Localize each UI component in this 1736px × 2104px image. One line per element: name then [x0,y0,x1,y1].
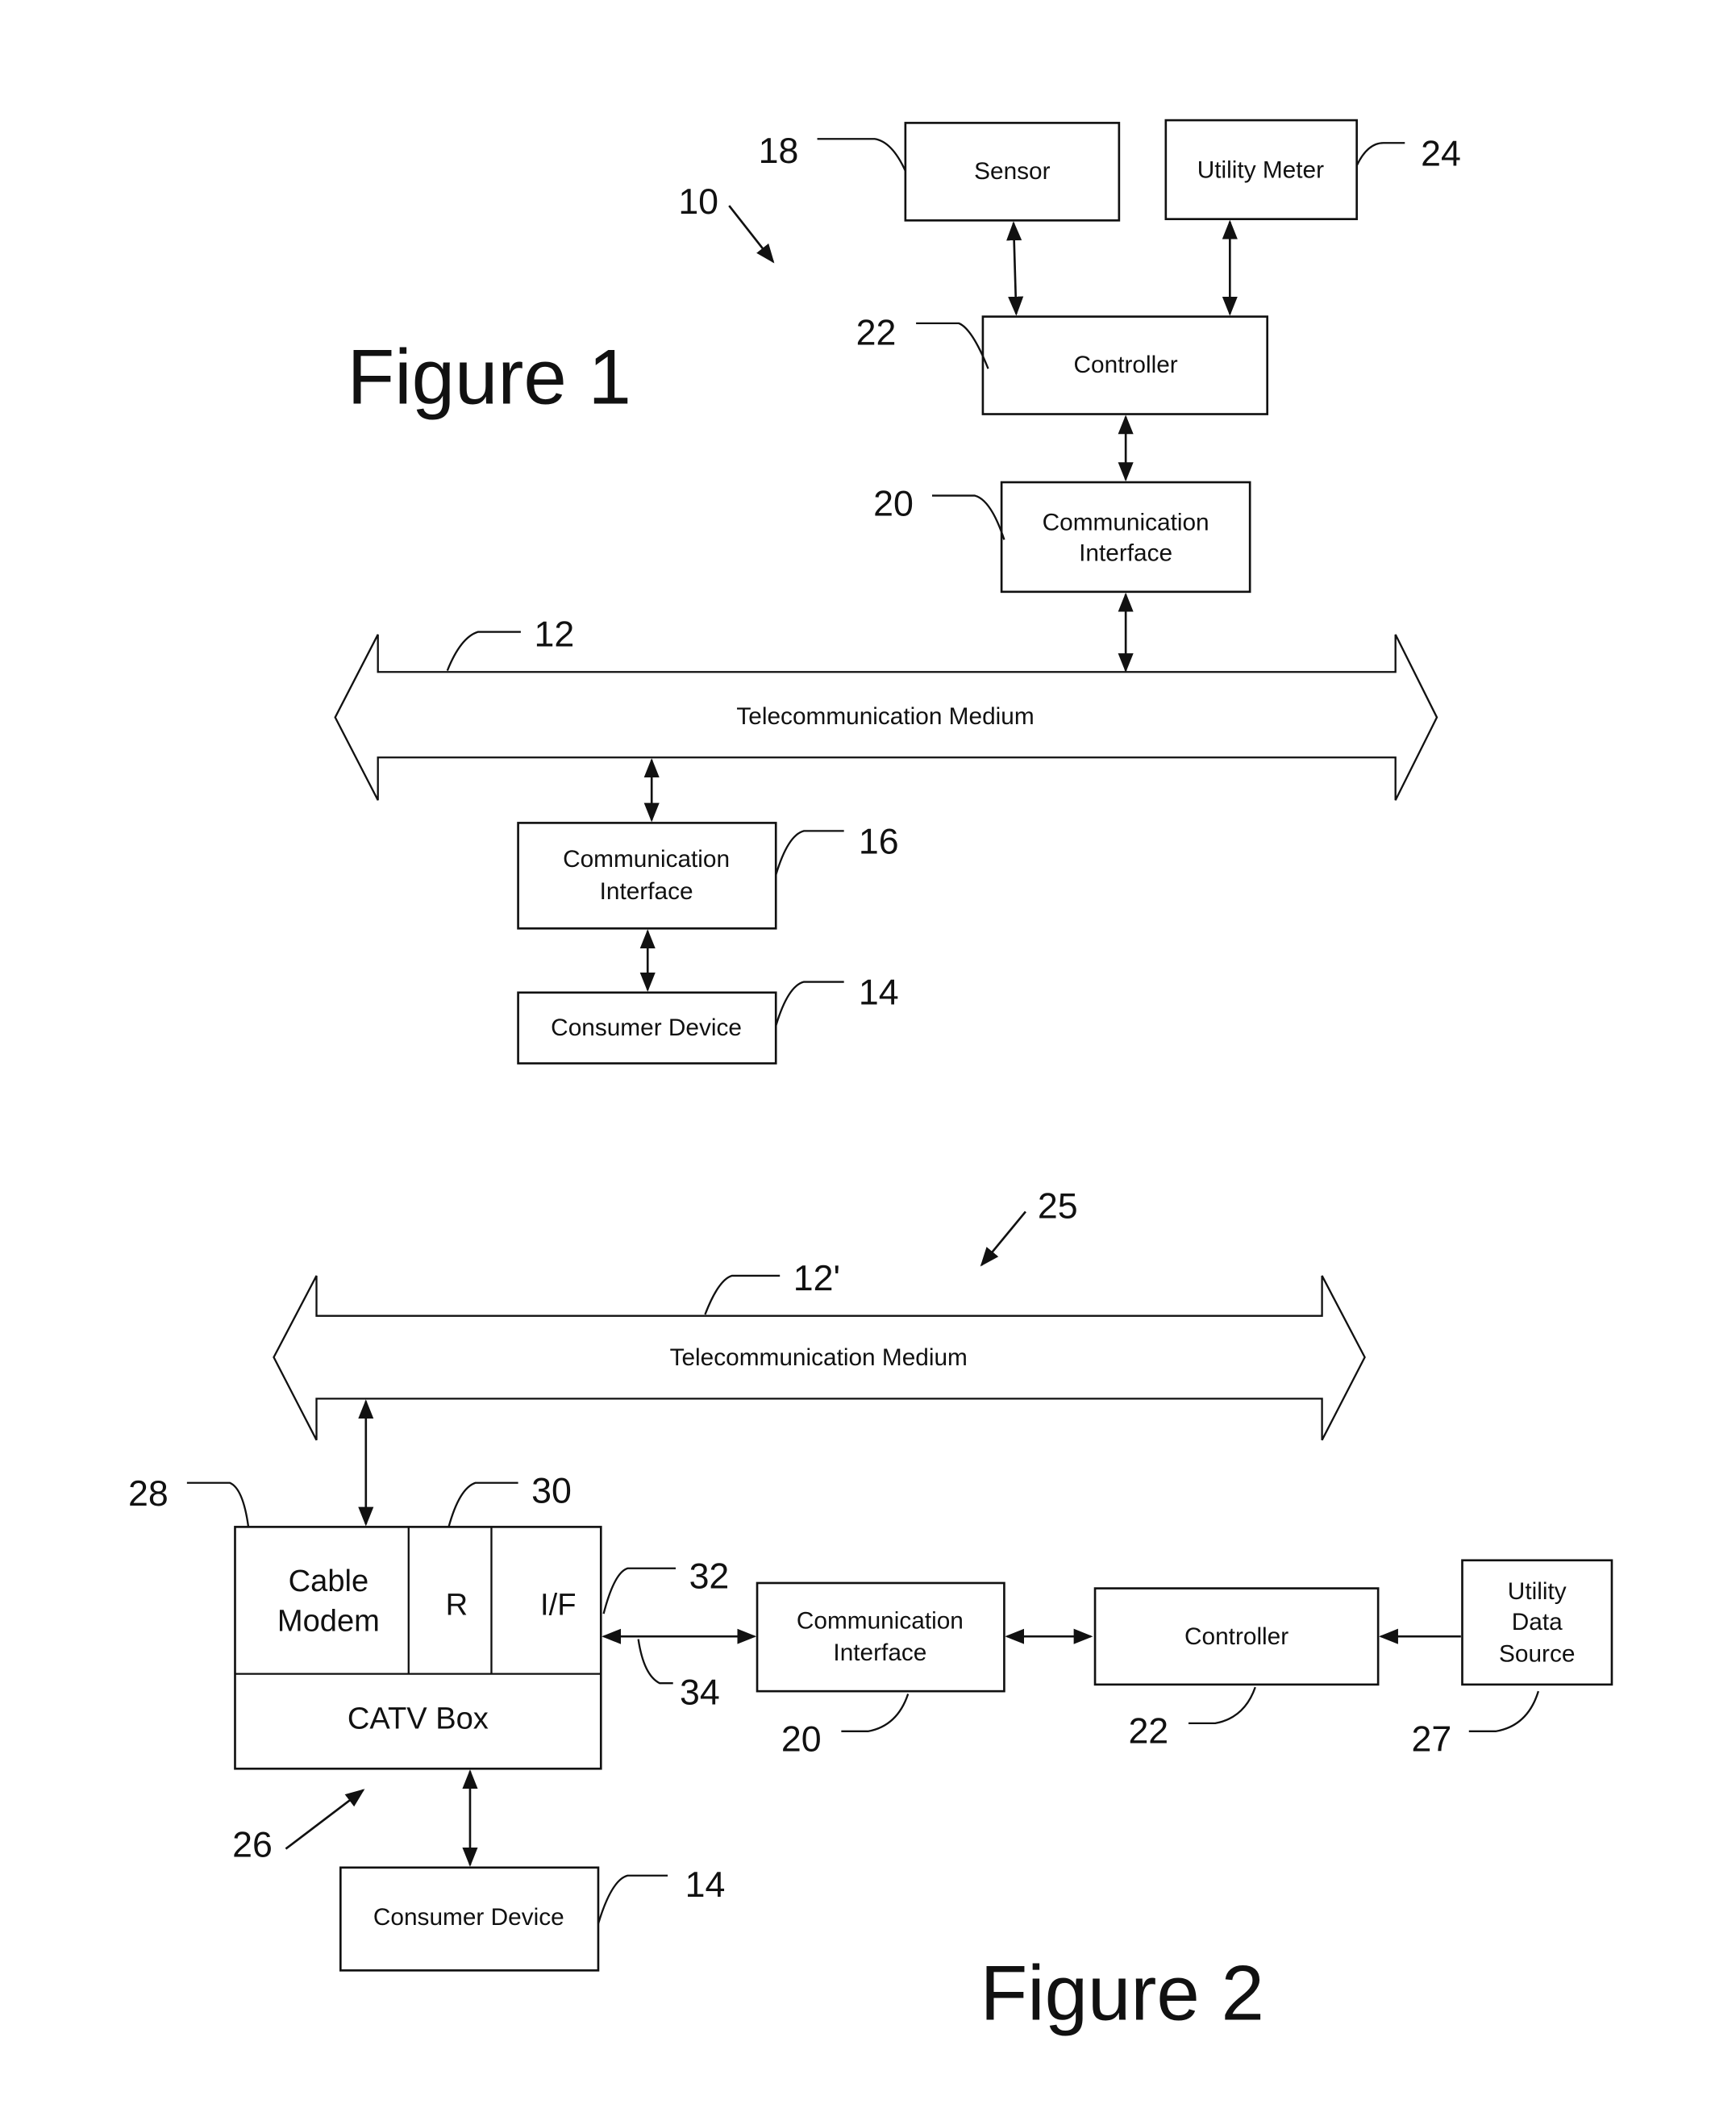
ref-34-leader [637,1639,673,1685]
ref-22-fig2: 22 [1128,1712,1168,1752]
ref-25-arrow [980,1210,1026,1267]
ref-10-arrow [728,205,775,264]
catv-box-block: Cable Modem R I/F CATV Box 28 30 32 26 [128,1472,729,1865]
sensor-label: Sensor [974,158,1050,185]
patent-drawing: Figure 1 10 Sensor 18 Utility Meter 24 C… [128,119,1613,2037]
ref-18: 18 [759,131,799,171]
controller-block: Controller 22 [856,313,1269,415]
ref-25: 25 [1038,1187,1078,1227]
utility-meter-block: Utility Meter 24 [1164,119,1461,220]
ref-18-leader [817,138,906,172]
router-label: R [446,1589,468,1623]
comm-interface-consumer-block: Communication Interface 16 [517,822,899,930]
ref-22-fig2-leader [1188,1686,1256,1725]
ref-12-prime: 12' [793,1259,840,1298]
ref-12-prime-leader [704,1274,781,1315]
ref-22: 22 [856,313,897,352]
ref-32: 32 [689,1557,730,1597]
cable-modem-label-2: Modem [277,1605,380,1639]
ref-26: 26 [232,1826,273,1865]
ref-28: 28 [128,1474,169,1514]
ref-20-fig2-leader [841,1694,910,1732]
ref-16-leader [775,830,844,876]
figure-1: Figure 1 10 Sensor 18 Utility Meter 24 C… [334,119,1461,1064]
controller-label: Controller [1074,352,1178,378]
ref-30: 30 [531,1472,572,1511]
ref-10: 10 [678,182,718,222]
ref-27: 27 [1412,1720,1452,1760]
figure-2: Figure 2 25 Telecommunication Medium 12'… [128,1187,1613,2037]
interface-label: I/F [540,1589,576,1623]
ref-28-leader [186,1481,250,1527]
utility-data-source-label-3: Source [1499,1641,1575,1668]
ref-34: 34 [680,1673,720,1713]
ref-16: 16 [859,823,899,862]
sensor-block: Sensor 18 [759,122,1121,222]
ref-22-leader [916,322,989,369]
consumer-device-2-block: Consumer Device 14 [339,1865,726,1972]
ref-14-fig1-leader [775,981,844,1027]
ref-26-arrow [285,1789,365,1850]
ref-12: 12 [534,615,574,655]
ref-20-fig2: 20 [781,1720,822,1760]
comm-interface-consumer-label-1: Communication [563,846,730,873]
telecom-medium-1-label: Telecommunication Medium [736,703,1034,730]
consumer-device-1-label: Consumer Device [551,1015,742,1041]
controller-2-block: Controller 22 [1093,1587,1380,1752]
consumer-device-1-block: Consumer Device 14 [517,973,899,1064]
controller-2-label: Controller [1184,1623,1288,1650]
consumer-device-2-label: Consumer Device [373,1904,564,1931]
ref-20: 20 [873,484,914,523]
comm-interface-2-block: Communication Interface 20 [756,1581,1005,1760]
comm-interface-utility-label-2: Interface [1079,540,1172,567]
utility-data-source-block: Utility Data Source 27 [1412,1559,1613,1760]
ref-14-fig1: 14 [859,973,899,1013]
comm-interface-2-label-2: Interface [833,1639,926,1666]
ref-20-leader [931,494,1005,540]
ref-14-fig2: 14 [685,1865,726,1905]
ref-12-leader [446,631,521,671]
telecom-medium-2-label: Telecommunication Medium [670,1344,968,1371]
figure-2-title: Figure 2 [980,1951,1264,2037]
utility-data-source-label-2: Data [1512,1609,1563,1635]
ref-32-leader [602,1567,676,1614]
figure-1-title: Figure 1 [348,334,631,420]
comm-interface-consumer-label-2: Interface [600,878,693,905]
catv-box-label: CATV Box [348,1702,489,1736]
ref-30-leader [448,1481,518,1527]
comm-interface-utility-block: Communication Interface 20 [873,481,1251,594]
telecom-medium-2: Telecommunication Medium 12' [273,1259,1366,1441]
ref-24: 24 [1421,134,1461,173]
comm-interface-2-label-1: Communication [797,1607,964,1634]
ref-14-fig2-leader [597,1874,668,1924]
ref-24-leader [1355,142,1405,166]
utility-meter-label: Utility Meter [1197,156,1324,183]
utility-data-source-label-1: Utility [1508,1578,1567,1605]
ref-27-leader [1468,1690,1539,1732]
cable-modem-label-1: Cable [289,1564,368,1598]
telecom-medium-1: Telecommunication Medium 12 [334,615,1438,801]
comm-interface-utility-label-1: Communication [1043,510,1209,536]
sensor-controller-arrow [1006,221,1024,316]
